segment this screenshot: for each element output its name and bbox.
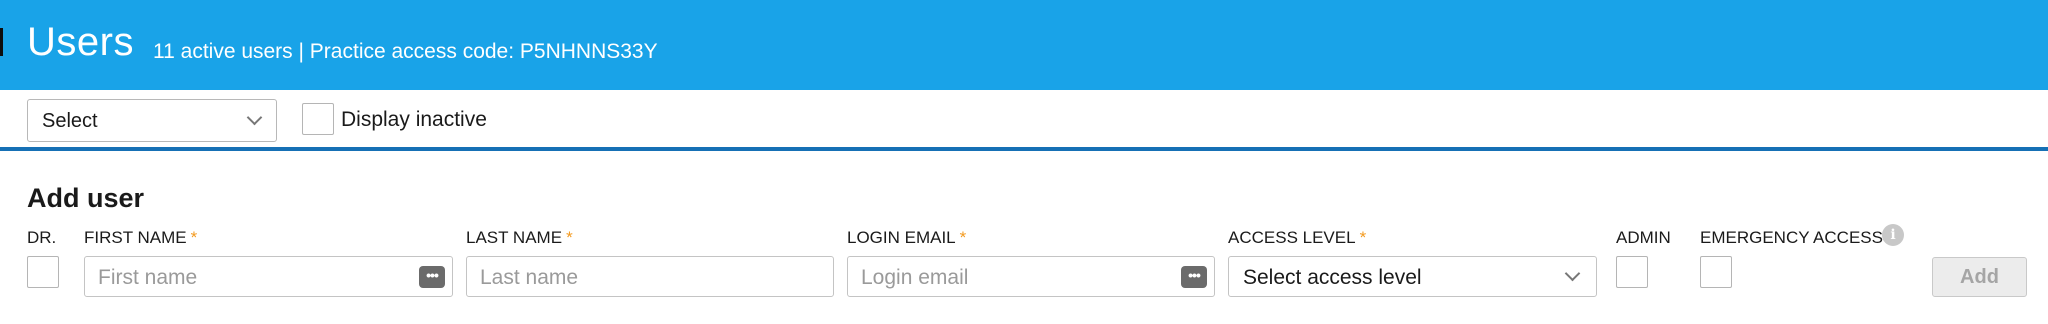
login-email-column-label: LOGIN EMAIL * (847, 228, 966, 248)
access-level-column-label: ACCESS LEVEL * (1228, 228, 1366, 248)
login-email-field[interactable]: Login email ••• (847, 256, 1215, 297)
header-edge-marker (0, 28, 3, 56)
filter-toolbar: Select Display inactive (0, 90, 2048, 147)
dr-checkbox[interactable] (27, 256, 59, 288)
admin-checkbox[interactable] (1616, 256, 1648, 288)
last-name-column-label: LAST NAME * (466, 228, 573, 248)
user-filter-select[interactable]: Select (27, 99, 277, 142)
dr-column-label: DR. (27, 228, 56, 248)
first-name-column-label: FIRST NAME * (84, 228, 197, 248)
login-email-label-text: LOGIN EMAIL (847, 228, 956, 247)
login-email-placeholder: Login email (861, 266, 969, 289)
page-header: Users 11 active users | Practice access … (0, 0, 2048, 90)
page-title: Users (27, 20, 134, 64)
last-name-placeholder: Last name (480, 266, 579, 289)
page-subtitle: 11 active users | Practice access code: … (153, 40, 658, 63)
display-inactive-checkbox[interactable] (302, 103, 334, 135)
info-icon[interactable]: i (1882, 224, 1904, 246)
admin-column-label: ADMIN (1616, 228, 1671, 248)
dr-label-text: DR. (27, 228, 57, 247)
required-marker: * (959, 228, 967, 247)
first-name-placeholder: First name (98, 266, 198, 289)
password-manager-icon[interactable]: ••• (419, 266, 445, 288)
emergency-access-column-label: EMERGENCY ACCESS (1700, 228, 1883, 248)
required-marker: * (1359, 228, 1367, 247)
display-inactive-label[interactable]: Display inactive (341, 108, 487, 132)
add-user-heading: Add user (27, 183, 145, 213)
required-marker: * (566, 228, 573, 247)
emergency-access-label-text: EMERGENCY ACCESS (1700, 228, 1883, 247)
first-name-field[interactable]: First name ••• (84, 256, 453, 297)
last-name-label-text: LAST NAME (466, 228, 563, 247)
required-marker: * (190, 228, 198, 247)
access-level-select-value: Select access level (1243, 266, 1422, 289)
access-level-label-text: ACCESS LEVEL (1228, 228, 1356, 247)
first-name-label-text: FIRST NAME (84, 228, 187, 247)
chevron-down-icon (246, 109, 263, 126)
user-filter-select-value: Select (42, 110, 98, 132)
admin-label-text: ADMIN (1616, 228, 1671, 247)
last-name-field[interactable]: Last name (466, 256, 834, 297)
add-user-button[interactable]: Add (1932, 257, 2027, 297)
password-manager-icon[interactable]: ••• (1181, 266, 1207, 288)
section-divider (0, 147, 2048, 151)
access-level-select[interactable]: Select access level (1228, 256, 1597, 297)
emergency-access-checkbox[interactable] (1700, 256, 1732, 288)
chevron-down-icon (1564, 265, 1581, 282)
